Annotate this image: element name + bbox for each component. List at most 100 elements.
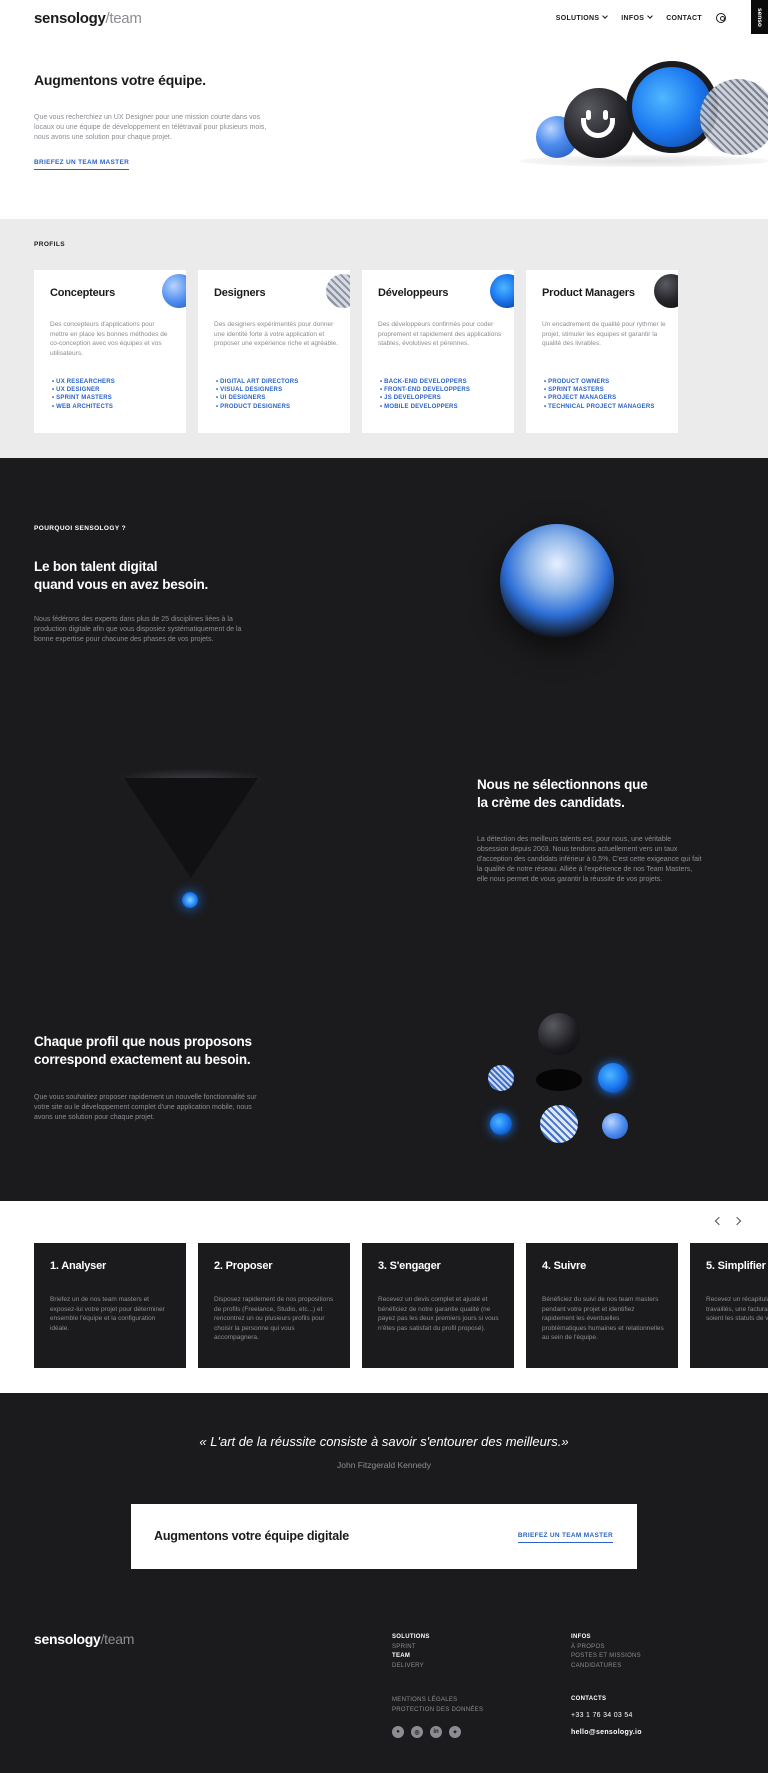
side-tab[interactable]: senso <box>751 0 768 34</box>
role-item[interactable]: MOBILE DEVELOPPERS <box>380 403 470 411</box>
role-item[interactable]: WEB ARCHITECTS <box>52 403 115 411</box>
footer-link-protection[interactable]: PROTECTION DES DONNÉES <box>392 1706 483 1716</box>
blue-mesh-sphere <box>602 1113 628 1139</box>
card-title: Concepteurs <box>50 287 116 299</box>
step-text: Recevez un récapitulatif des jours trava… <box>706 1296 768 1322</box>
role-item[interactable]: PROJECT MANAGERS <box>544 394 655 402</box>
card-text: Des designers expérimentés pour donner u… <box>214 321 338 347</box>
footer-phone[interactable]: +33 1 76 34 03 54 <box>571 1707 642 1724</box>
card-role-list: BACK-END DEVELOPPERS FRONT-END DEVELOPPE… <box>380 378 470 411</box>
role-item[interactable]: UX DESIGNER <box>52 386 115 394</box>
step-card: 2. Proposer Disposez rapidement de nos p… <box>198 1243 350 1368</box>
profils-section: PROFILS Concepteurs Des concepteurs d'ap… <box>0 219 768 458</box>
card-role-list: UX RESEARCHERS UX DESIGNER SPRINT MASTER… <box>52 378 115 411</box>
github-icon[interactable]: ● <box>392 1726 404 1738</box>
site-header: sensology/team SOLUTIONS INFOS CONTACT s… <box>0 0 768 38</box>
title-line: quand vous en avez besoin. <box>34 577 209 592</box>
step-title: 4. Suivre <box>542 1260 587 1272</box>
card-text: Des développeurs confirmés pour coder pr… <box>378 321 502 347</box>
pattern-sphere <box>488 1065 514 1091</box>
step-card: 3. S'engager Recevez un devis complet et… <box>362 1243 514 1368</box>
site-footer: « L'art de la réussite consiste à savoir… <box>0 1393 768 1773</box>
role-item[interactable]: TECHNICAL PROJECT MANAGERS <box>544 403 655 411</box>
logo-sub: /team <box>105 10 142 27</box>
footer-link-team[interactable]: TEAM <box>392 1652 430 1662</box>
profile-card-designers[interactable]: Designers Des designers expérimentés pou… <box>198 270 350 433</box>
step-title: 2. Proposer <box>214 1260 273 1272</box>
card-text: Un encadrement de qualité pour rythmer l… <box>542 321 666 347</box>
role-item[interactable]: UI DESIGNERS <box>216 394 298 402</box>
footer-link-apropos[interactable]: À PROPOS <box>571 1643 641 1653</box>
role-item[interactable]: DIGITAL ART DIRECTORS <box>216 378 298 386</box>
hero-text: Que vous recherchiez un UX Designer pour… <box>34 114 267 141</box>
blue-mesh-sphere-icon <box>162 274 186 308</box>
role-item[interactable]: PRODUCT DESIGNERS <box>216 403 298 411</box>
role-item[interactable]: FRONT-END DEVELOPPERS <box>380 386 470 394</box>
card-title: Développeurs <box>378 287 449 299</box>
footer-contacts: CONTACTS +33 1 76 34 03 54 hello@sensolo… <box>571 1695 642 1741</box>
main-nav: SOLUTIONS INFOS CONTACT <box>555 12 726 23</box>
why-block2-title: Nous ne sélectionnons que la crème des c… <box>477 776 648 812</box>
chevron-down-icon <box>647 12 654 19</box>
nav-solutions-label: SOLUTIONS <box>555 14 600 22</box>
hero-cta-link[interactable]: BRIEFEZ UN TEAM MASTER <box>34 159 130 170</box>
nav-solutions[interactable]: SOLUTIONS <box>555 12 609 22</box>
card-title: Designers <box>214 287 266 299</box>
cta-banner: Augmentons votre équipe digitale BRIEFEZ… <box>131 1504 637 1569</box>
carousel-controls <box>714 1216 742 1226</box>
hero-spheres-illustration <box>510 55 768 167</box>
chevron-left-icon[interactable] <box>714 1216 724 1226</box>
step-card: 1. Analyser Briefez un de nos team maste… <box>34 1243 186 1368</box>
step-card: 4. Suivre Bénéficiez du suivi de nos tea… <box>526 1243 678 1368</box>
quote-text: « L'art de la réussite consiste à savoir… <box>199 1434 569 1449</box>
role-item[interactable]: SPRINT MASTERS <box>52 394 115 402</box>
role-item[interactable]: VISUAL DESIGNERS <box>216 386 298 394</box>
dribbble-icon[interactable]: ◎ <box>411 1726 423 1738</box>
footer-logo-sub: /team <box>100 1631 135 1647</box>
linkedin-icon[interactable]: in <box>430 1726 442 1738</box>
footer-link-sprint[interactable]: SPRINT <box>392 1643 430 1653</box>
profile-card-concepteurs[interactable]: Concepteurs Des concepteurs d'applicatio… <box>34 270 186 433</box>
smiley-mouth <box>581 118 615 138</box>
dark-disc <box>536 1069 582 1091</box>
footer-link-candidatures[interactable]: CANDIDATURES <box>571 1662 641 1672</box>
blue-sphere-small <box>490 1113 512 1135</box>
chevron-down-icon <box>602 12 609 19</box>
role-item[interactable]: SPRINT MASTERS <box>544 386 655 394</box>
footer-link-postes[interactable]: POSTES ET MISSIONS <box>571 1652 641 1662</box>
footer-legal: MENTIONS LÉGALES PROTECTION DES DONNÉES <box>392 1696 483 1715</box>
user-account-icon[interactable] <box>716 13 726 23</box>
site-logo[interactable]: sensology/team <box>34 10 142 27</box>
funnel-drop <box>182 892 198 908</box>
step-card: 5. Simplifier Recevez un récapitulatif d… <box>690 1243 768 1368</box>
step-text: Briefez un de nos team masters et expose… <box>50 1296 165 1332</box>
profile-card-developpeurs[interactable]: Développeurs Des développeurs confirmés … <box>362 270 514 433</box>
pattern-sphere-icon <box>326 274 350 308</box>
footer-logo-main: sensology <box>34 1631 101 1647</box>
footer-link-delivery[interactable]: DELIVERY <box>392 1662 430 1672</box>
blue-sphere-icon <box>490 274 514 308</box>
profile-card-product-managers[interactable]: Product Managers Un encadrement de quali… <box>526 270 678 433</box>
nav-infos[interactable]: INFOS <box>621 12 654 22</box>
cta-banner-link[interactable]: BRIEFEZ UN TEAM MASTER <box>517 1532 613 1543</box>
twitter-icon[interactable]: ✦ <box>449 1726 461 1738</box>
title-line: Le bon talent digital <box>34 559 158 574</box>
role-item[interactable]: UX RESEARCHERS <box>52 378 115 386</box>
card-title: Product Managers <box>542 287 635 299</box>
role-item[interactable]: JS DEVELOPPERS <box>380 394 470 402</box>
footer-link-mentions[interactable]: MENTIONS LÉGALES <box>392 1696 483 1706</box>
footer-logo[interactable]: sensology/team <box>34 1631 134 1647</box>
role-item[interactable]: PRODUCT OWNERS <box>544 378 655 386</box>
role-item[interactable]: BACK-END DEVELOPPERS <box>380 378 470 386</box>
chevron-right-icon[interactable] <box>732 1216 742 1226</box>
footer-email[interactable]: hello@sensology.io <box>571 1724 642 1741</box>
why-block2-text: La détection des meilleurs talents est, … <box>477 836 702 883</box>
footer-infos: INFOS À PROPOS POSTES ET MISSIONS CANDID… <box>571 1633 641 1671</box>
footer-solutions-head: SOLUTIONS <box>392 1634 430 1640</box>
card-role-list: PRODUCT OWNERS SPRINT MASTERS PROJECT MA… <box>544 378 655 411</box>
funnel-body <box>124 778 258 878</box>
nav-contact[interactable]: CONTACT <box>666 15 702 22</box>
why-block3-text: Que vous souhaitiez proposer rapidement … <box>34 1094 257 1121</box>
step-text: Recevez un devis complet et ajusté et bé… <box>378 1296 499 1332</box>
black-sphere-icon <box>654 274 678 308</box>
